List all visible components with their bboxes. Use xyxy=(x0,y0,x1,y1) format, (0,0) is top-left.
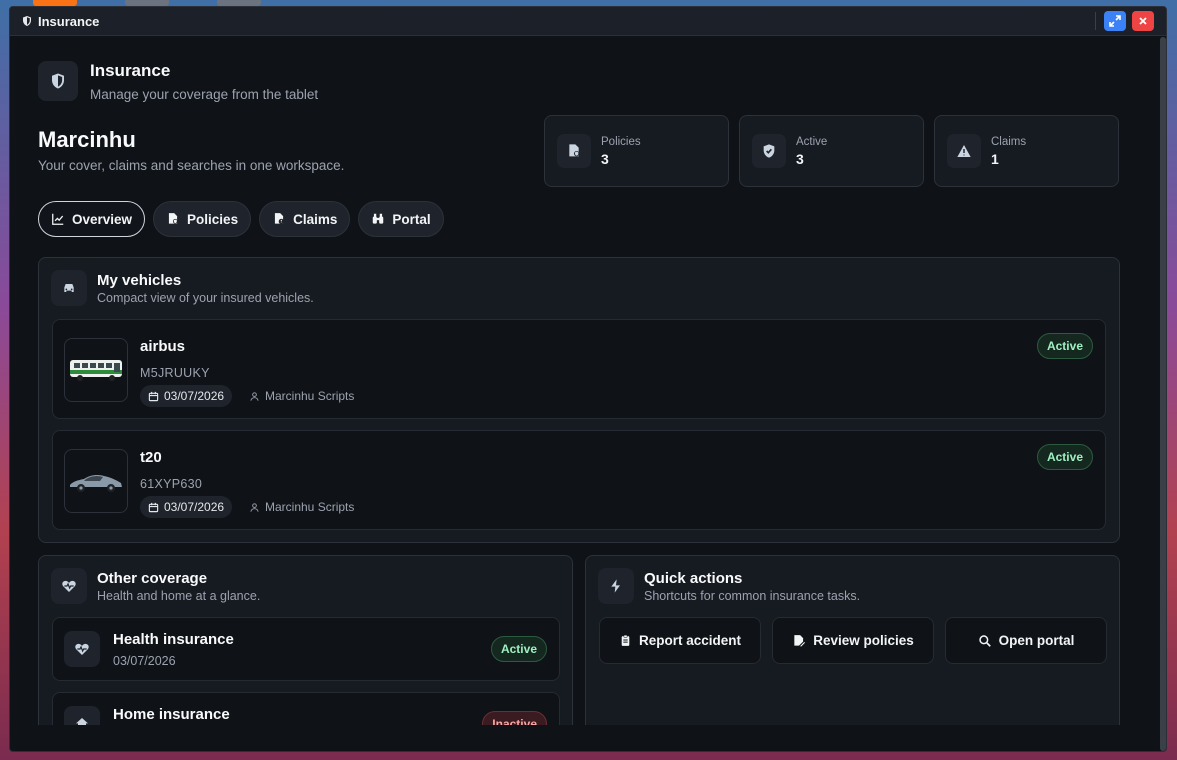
tab-label: Overview xyxy=(72,211,133,227)
close-button[interactable] xyxy=(1132,11,1154,31)
maximize-button[interactable] xyxy=(1104,11,1126,31)
panel-subtitle: Compact view of your insured vehicles. xyxy=(97,290,314,305)
stat-card-active: Active 3 xyxy=(739,115,924,187)
stat-value: 3 xyxy=(796,150,804,167)
tab-label: Policies xyxy=(187,211,239,227)
report-accident-button[interactable]: Report accident xyxy=(599,617,761,664)
vehicle-date: 03/07/2026 xyxy=(164,389,225,403)
app-header: Insurance Manage your coverage from the … xyxy=(38,61,318,102)
window-title: Insurance xyxy=(38,13,100,29)
title-bar[interactable]: Insurance xyxy=(10,7,1166,36)
button-label: Open portal xyxy=(998,633,1075,648)
car-icon xyxy=(51,270,87,306)
button-label: Review policies xyxy=(813,633,914,648)
vehicle-date-chip: 03/07/2026 xyxy=(140,385,233,407)
scrollbar-thumb[interactable] xyxy=(1160,37,1166,751)
review-policies-button[interactable]: Review policies xyxy=(772,617,934,664)
user-subtitle: Your cover, claims and searches in one w… xyxy=(38,158,345,173)
vehicle-card[interactable]: t20 61XYP630 03/07/2026 Marcinhu Scripts… xyxy=(52,430,1106,530)
expand-icon xyxy=(1109,15,1121,27)
claims-icon xyxy=(274,213,285,224)
panel-subtitle: Shortcuts for common insurance tasks. xyxy=(644,588,861,603)
coverage-card-home[interactable]: Home insurance Inactive xyxy=(52,692,560,725)
sports-car-icon xyxy=(70,475,122,492)
tab-policies[interactable]: Policies xyxy=(153,201,252,237)
vehicle-date: 03/07/2026 xyxy=(164,500,225,514)
panel-title: Other coverage xyxy=(97,569,208,587)
vehicle-name: airbus xyxy=(140,338,186,355)
divider xyxy=(1095,12,1096,30)
vehicle-owner: Marcinhu Scripts xyxy=(249,500,354,514)
shield-icon xyxy=(23,16,31,26)
app-title: Insurance xyxy=(90,61,171,80)
stat-label: Claims xyxy=(991,135,1027,148)
vehicles-panel: My vehicles Compact view of your insured… xyxy=(38,257,1120,543)
clipboard-icon xyxy=(621,634,630,646)
stat-label: Active xyxy=(796,135,828,148)
window-scrollbar[interactable] xyxy=(1160,37,1166,751)
coverage-date: 03/07/2026 xyxy=(113,654,176,668)
panel-title: Quick actions xyxy=(644,569,743,587)
coverage-title: Health insurance xyxy=(113,631,234,648)
open-portal-button[interactable]: Open portal xyxy=(945,617,1107,664)
policy-icon xyxy=(557,134,591,168)
close-icon xyxy=(1139,17,1147,25)
tab-bar: Overview Policies Claims Portal xyxy=(38,201,444,237)
stat-label: Policies xyxy=(601,135,641,148)
tab-label: Portal xyxy=(392,211,431,227)
home-icon xyxy=(64,706,100,725)
vehicle-owner-name: Marcinhu Scripts xyxy=(265,389,355,403)
vehicle-plate: 61XYP630 xyxy=(140,477,203,491)
main-content[interactable]: Insurance Manage your coverage from the … xyxy=(10,37,1126,725)
vehicle-card[interactable]: airbus M5JRUUKY 03/07/2026 Marcinhu Scri… xyxy=(52,319,1106,419)
tab-portal[interactable]: Portal xyxy=(358,201,444,237)
calendar-icon xyxy=(148,502,159,512)
status-badge: Active xyxy=(1036,333,1093,359)
app-subtitle: Manage your coverage from the tablet xyxy=(90,87,319,102)
status-badge: Inactive xyxy=(482,711,547,725)
chart-line-icon xyxy=(52,213,64,225)
tab-overview[interactable]: Overview xyxy=(38,201,146,237)
vehicle-image-bus xyxy=(64,338,128,402)
panel-subtitle: Health and home at a glance. xyxy=(97,588,261,603)
coverage-title: Home insurance xyxy=(113,706,230,723)
status-badge: Active xyxy=(490,636,547,662)
vehicle-owner-name: Marcinhu Scripts xyxy=(265,500,355,514)
stat-card-policies: Policies 3 xyxy=(544,115,729,187)
bus-icon xyxy=(70,360,122,381)
policy-icon xyxy=(168,213,178,224)
heart-pulse-icon xyxy=(64,631,100,667)
app-logo xyxy=(38,61,78,101)
heart-pulse-icon xyxy=(51,568,87,604)
binoculars-icon xyxy=(373,213,384,224)
stat-value: 3 xyxy=(601,150,609,167)
coverage-card-health[interactable]: Health insurance 03/07/2026 Active xyxy=(52,617,560,681)
quick-actions-panel: Quick actions Shortcuts for common insur… xyxy=(585,555,1120,725)
lightning-icon xyxy=(598,568,634,604)
tab-label: Claims xyxy=(293,211,338,227)
vehicle-plate: M5JRUUKY xyxy=(140,366,210,380)
user-icon xyxy=(250,502,259,512)
search-icon xyxy=(978,634,991,647)
stat-value: 1 xyxy=(991,150,999,167)
shield-icon xyxy=(52,73,64,89)
vehicle-date-chip: 03/07/2026 xyxy=(140,496,233,518)
other-coverage-panel: Other coverage Health and home at a glan… xyxy=(38,555,573,725)
stat-card-claims: Claims 1 xyxy=(934,115,1119,187)
user-icon xyxy=(250,391,259,401)
calendar-icon xyxy=(148,391,159,401)
shield-check-icon xyxy=(752,134,786,168)
insurance-window: Insurance Insurance Manage your coverage… xyxy=(9,6,1167,752)
warning-icon xyxy=(947,134,981,168)
vehicle-name: t20 xyxy=(140,449,162,466)
user-name: Marcinhu xyxy=(38,127,136,152)
button-label: Report accident xyxy=(638,633,742,648)
stats-row: Policies 3 Active 3 Claims 1 xyxy=(544,115,1119,187)
file-edit-icon xyxy=(794,634,807,647)
status-badge: Active xyxy=(1036,444,1093,470)
vehicle-image-car xyxy=(64,449,128,513)
panel-title: My vehicles xyxy=(97,271,182,289)
tab-claims[interactable]: Claims xyxy=(259,201,351,237)
vehicle-owner: Marcinhu Scripts xyxy=(249,389,354,403)
